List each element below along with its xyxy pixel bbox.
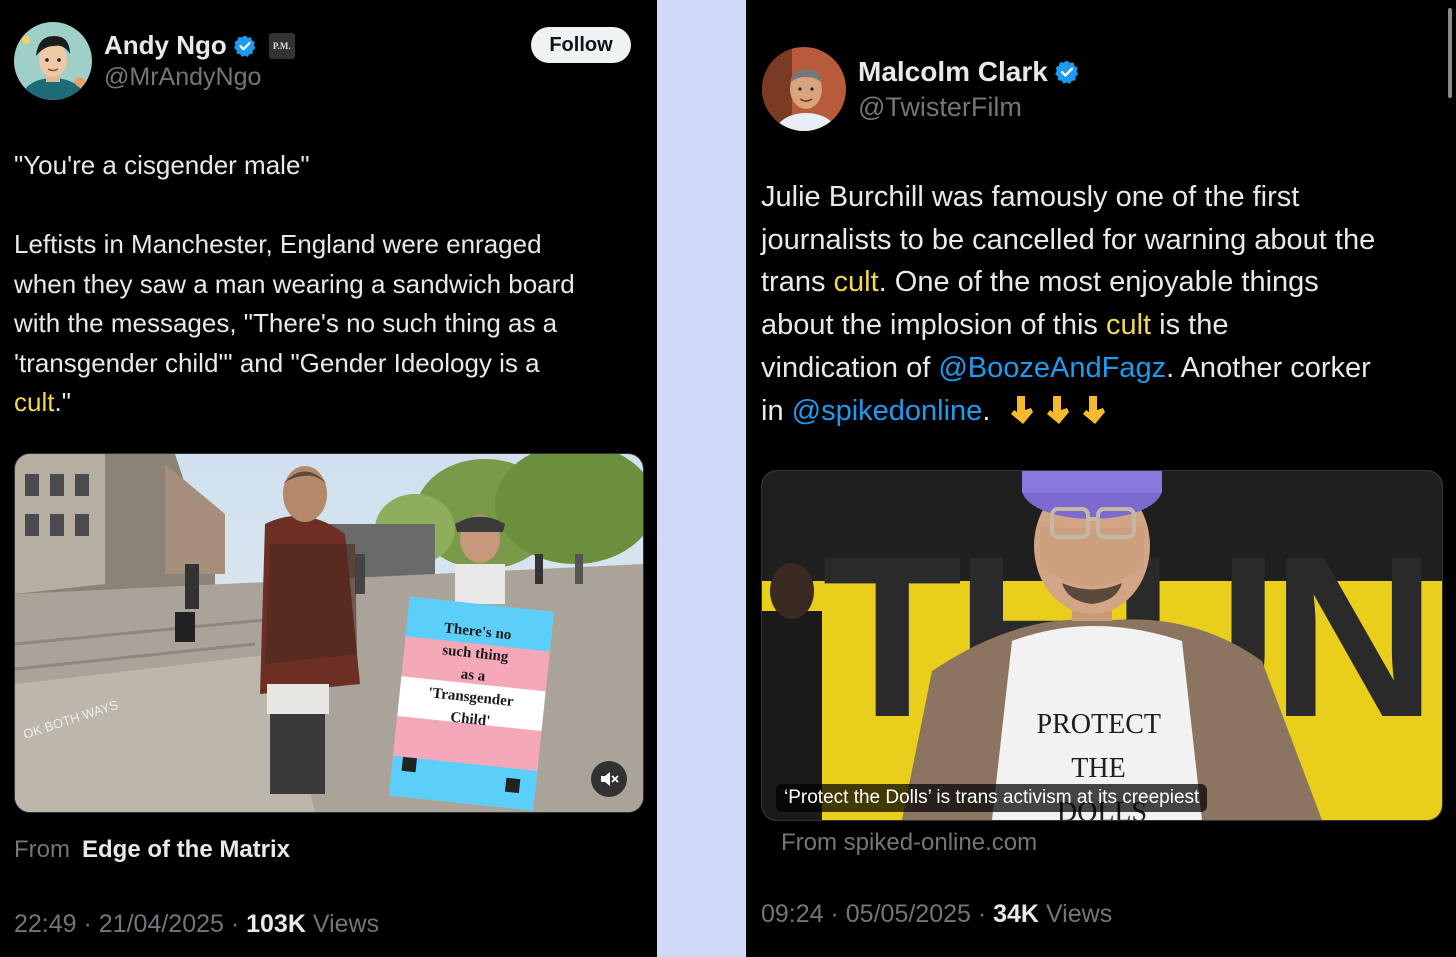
avatar-photo-icon [762, 47, 846, 131]
source-name[interactable]: Edge of the Matrix [82, 836, 290, 863]
tweet-meta: 09:24 · 05/05/2025 · 34K Views [761, 900, 1113, 928]
right-tweet: Malcolm Clark @TwisterFilm Julie Burchil… [746, 0, 1456, 957]
tweet-date[interactable]: 21/04/2025 [99, 910, 224, 938]
tweet-date[interactable]: 05/05/2025 [846, 900, 971, 928]
avatar[interactable] [14, 22, 92, 100]
author-name[interactable]: Malcolm Clark [858, 56, 1048, 88]
avatar-illustration-icon [14, 22, 92, 100]
tweet-text-end: ." [54, 387, 71, 417]
author-row: Andy Ngo P.M. [104, 30, 295, 61]
scrollbar[interactable] [1448, 8, 1452, 98]
views-label: Views [1045, 900, 1113, 928]
tweet-text-quote: "You're a cisgender male" [14, 150, 310, 180]
tweet-text: "You're a cisgender male" Leftists in Ma… [14, 146, 575, 423]
tweet-time[interactable]: 22:49 [14, 910, 77, 938]
mute-speaker-icon [601, 772, 619, 786]
link-card-caption[interactable]: ‘Protect the Dolls’ is trans activism at… [776, 784, 1208, 812]
article-photo: THUNDERBO PROTECT THE DOLLS [762, 471, 1442, 820]
author-row: Malcolm Clark [858, 56, 1080, 88]
highlighted-word: cult [14, 387, 55, 417]
pointing-down-icon [1082, 395, 1105, 424]
mention-link[interactable]: @spikedonline [792, 395, 983, 427]
mention-link[interactable]: @BoozeAndFagz [938, 352, 1166, 384]
pointing-down-emojis [990, 395, 1106, 427]
follow-button[interactable]: Follow [531, 27, 631, 63]
tweet-text: Julie Burchill was famously one of the f… [761, 176, 1375, 432]
panel-divider [657, 0, 746, 957]
video-media[interactable]: OK BOTH WAYS There's no such thing as a … [14, 453, 644, 813]
link-card-image[interactable]: THUNDERBO PROTECT THE DOLLS [761, 470, 1443, 821]
author-handle[interactable]: @MrAndyNgo [104, 63, 261, 92]
mute-button[interactable] [591, 761, 627, 797]
author-name[interactable]: Andy Ngo [104, 30, 227, 61]
views-count: 103K [246, 910, 306, 938]
left-tweet: Andy Ngo P.M. @MrAndyNgo Follow "You're … [0, 0, 657, 957]
highlighted-word: cult [833, 266, 879, 299]
author-handle[interactable]: @TwisterFilm [858, 92, 1022, 123]
tweet-text-body: Leftists in Manchester, England were enr… [14, 229, 575, 378]
from-label: From [14, 836, 70, 863]
tweet-meta: 22:49 · 21/04/2025 · 103K Views [14, 910, 380, 938]
verified-badge-icon [233, 35, 256, 57]
tweet-time[interactable]: 09:24 [761, 900, 824, 928]
source-line: From Edge of the Matrix [14, 836, 290, 864]
street-scene-video-thumbnail: OK BOTH WAYS There's no such thing as a … [15, 454, 643, 812]
highlighted-word: cult [1105, 309, 1152, 342]
link-source[interactable]: From spiked-online.com [781, 829, 1037, 857]
affiliate-badge[interactable]: P.M. [268, 32, 295, 59]
verified-badge-icon [1054, 60, 1079, 84]
views-label: Views [312, 910, 380, 938]
avatar[interactable] [762, 47, 846, 131]
pointing-down-icon [1046, 395, 1069, 424]
pointing-down-icon [1010, 395, 1033, 424]
views-count: 34K [993, 900, 1039, 928]
